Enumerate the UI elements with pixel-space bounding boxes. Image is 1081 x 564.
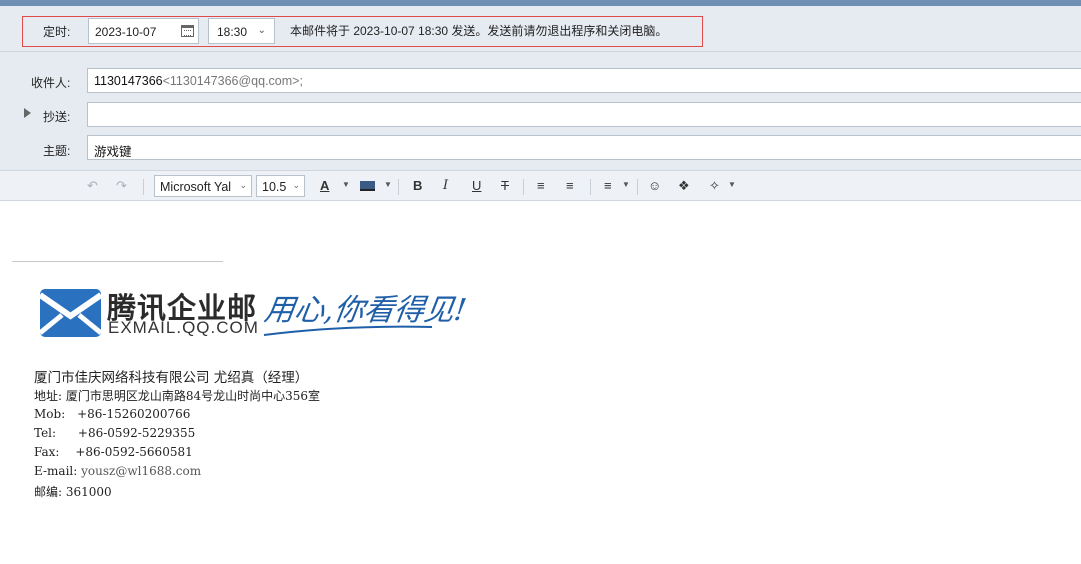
email-value[interactable]: yousz@wl1688.com [81, 464, 201, 478]
signature-company: 厦门市佳庆网络科技有限公司 尤绍真（经理） [34, 370, 309, 386]
font-size-select[interactable]: 10.5 ⌄ [256, 175, 305, 197]
slogan-swoosh [263, 325, 433, 336]
header-divider [0, 51, 1081, 52]
signature-address: 地址: 厦门市思明区龙山南路84号龙山时尚中心356室 [34, 389, 321, 403]
font-family-select[interactable]: Microsoft Yal ⌄ [154, 175, 252, 197]
message-body[interactable]: 腾讯企业邮 EXMAIL.QQ.COM 用心,你看得见! 厦门市佳庆网络科技有限… [0, 201, 1081, 564]
fax-value: +86-0592-5660581 [75, 445, 193, 459]
exmail-logo-icon [40, 289, 101, 337]
magic-wand-icon[interactable]: ✧ [709, 178, 720, 194]
toolbar-separator [398, 179, 399, 195]
italic-icon[interactable]: I [443, 178, 448, 193]
mobile-value: +86-15260200766 [77, 407, 191, 421]
subject-value: 游戏键 [94, 145, 132, 159]
chevron-down-icon: ⌄ [257, 25, 266, 36]
mobile-label: Mob: [34, 407, 66, 421]
to-recipient-name[interactable]: 1130147366 [94, 74, 163, 88]
schedule-time-value: 18:30 [217, 25, 248, 39]
signature-postcode: 邮编: 361000 [34, 483, 112, 500]
numbered-list-icon[interactable]: ≡ [566, 178, 574, 193]
to-field[interactable]: 1130147366<1130147366@qq.com>; [87, 68, 1081, 93]
to-recipient-address: <1130147366@qq.com>; [162, 74, 303, 88]
toolbar-separator [590, 179, 591, 195]
toolbar-separator [523, 179, 524, 195]
expand-cc-icon[interactable] [24, 108, 31, 118]
postcode-label: 邮编: [34, 485, 63, 499]
magic-wand-dropdown-icon[interactable]: ▼ [728, 180, 736, 189]
underline-icon[interactable]: U [472, 178, 481, 193]
chevron-down-icon: ⌄ [239, 180, 247, 190]
schedule-note: 本邮件将于 2023-10-07 18:30 发送。发送前请勿退出程序和关闭电脑… [290, 24, 668, 38]
cc-field[interactable] [87, 102, 1081, 127]
schedule-date-value: 2023-10-07 [95, 25, 157, 39]
font-size-value: 10.5 [262, 180, 287, 194]
font-color-icon[interactable]: A [320, 178, 329, 193]
postcode-value: 361000 [65, 485, 112, 499]
highlight-icon[interactable] [360, 179, 375, 194]
toolbar-separator [637, 179, 638, 195]
highlight-dropdown-icon[interactable]: ▼ [384, 180, 392, 189]
to-label: 收件人: [31, 76, 71, 90]
format-toolbar: ↶ ↷ Microsoft Yal ⌄ 10.5 ⌄ A ▼ ▼ B I U T… [0, 170, 1081, 201]
undo-icon[interactable]: ↶ [87, 178, 98, 194]
strikethrough-icon[interactable]: T [501, 178, 509, 193]
email-label: E-mail: [34, 464, 78, 478]
font-family-value: Microsoft Yal [160, 180, 232, 194]
toolbar-separator [143, 179, 144, 195]
format-painter-icon[interactable]: ❖ [678, 178, 690, 194]
schedule-label: 定时: [43, 25, 71, 39]
signature-email: E-mail: yousz@wl1688.com [34, 464, 201, 478]
logo-text-en: EXMAIL.QQ.COM [108, 318, 259, 337]
calendar-icon[interactable] [181, 25, 194, 37]
signature-rule [12, 261, 223, 262]
emoji-icon[interactable]: ☺ [648, 178, 661, 193]
tel-label: Tel: [34, 426, 57, 440]
fax-label: Fax: [34, 445, 60, 459]
signature-mobile: Mob: +86-15260200766 [34, 407, 190, 421]
tel-value: +86-0592-5229355 [77, 426, 196, 440]
subject-field[interactable]: 游戏键 [87, 135, 1081, 160]
bullet-list-icon[interactable]: ≡ [537, 178, 545, 193]
bold-icon[interactable]: B [413, 178, 422, 193]
align-dropdown-icon[interactable]: ▼ [622, 180, 630, 189]
chevron-down-icon: ⌄ [292, 180, 300, 190]
font-color-dropdown-icon[interactable]: ▼ [342, 180, 350, 189]
align-icon[interactable]: ≡ [604, 178, 612, 193]
schedule-time-select[interactable]: 18:30 ⌄ [208, 18, 275, 44]
subject-label: 主题: [43, 144, 71, 158]
cc-label: 抄送: [43, 110, 71, 124]
redo-icon[interactable]: ↷ [116, 178, 127, 194]
signature-tel: Tel: +86-0592-5229355 [34, 426, 195, 440]
signature-fax: Fax: +86-0592-5660581 [34, 445, 193, 459]
schedule-date-input[interactable]: 2023-10-07 [88, 18, 199, 44]
